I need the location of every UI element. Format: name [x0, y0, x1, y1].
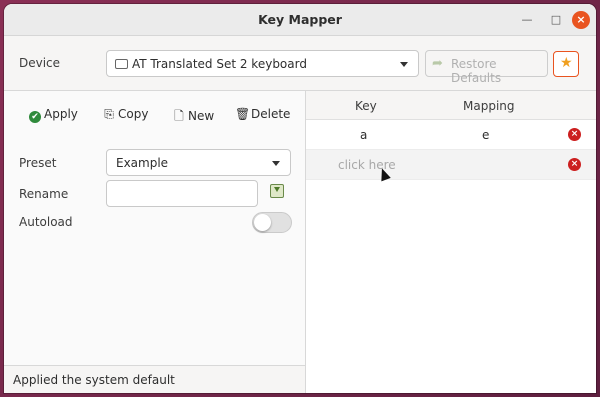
mapping-column-header: Mapping — [463, 99, 515, 113]
key-mapper-window: Key Mapper — □ × Device AT Translated Se… — [4, 4, 596, 393]
table-row[interactable]: a e × — [306, 120, 596, 150]
autoload-label: Autoload — [19, 215, 73, 229]
key-cell[interactable]: a — [360, 128, 367, 142]
device-select-value: AT Translated Set 2 keyboard — [132, 57, 307, 71]
delete-row-icon[interactable]: × — [568, 128, 581, 141]
autoload-star-button[interactable]: ★ — [553, 51, 579, 77]
new-button[interactable]: 🗋 New — [172, 107, 214, 128]
star-icon: ★ — [560, 55, 573, 71]
device-label: Device — [19, 56, 61, 70]
preset-label: Preset — [19, 156, 57, 170]
delete-row-icon[interactable]: × — [568, 158, 581, 171]
minimize-icon: — — [521, 13, 533, 26]
table-header: Key Mapping — [306, 91, 596, 120]
key-column-header: Key — [355, 99, 377, 113]
toggle-knob — [254, 214, 271, 231]
preset-panel: ✔ Apply ⎘ Copy 🗋 New 🗑Delete Preset Example… — [4, 91, 306, 393]
apply-label: Apply — [44, 107, 78, 121]
rename-input[interactable] — [106, 180, 258, 207]
delete-button[interactable]: 🗑Delete — [235, 107, 290, 121]
copy-button[interactable]: ⎘ Copy — [102, 107, 148, 122]
close-icon: × — [576, 13, 586, 26]
table-row[interactable]: click here × — [306, 150, 596, 180]
keyboard-icon — [115, 59, 128, 69]
close-button[interactable]: × — [572, 11, 590, 29]
chevron-down-icon — [400, 62, 408, 67]
new-document-icon: 🗋 — [174, 109, 184, 123]
new-label: New — [188, 109, 215, 123]
copy-label: Copy — [118, 107, 149, 121]
restore-defaults-button[interactable]: ➦ Restore Defaults — [425, 50, 548, 85]
device-select[interactable]: AT Translated Set 2 keyboard — [106, 50, 419, 77]
trash-icon: 🗑 — [235, 107, 251, 121]
maximize-button[interactable]: □ — [547, 11, 565, 29]
maximize-icon: □ — [550, 13, 562, 26]
preset-select-value: Example — [116, 156, 169, 170]
restore-arrow-icon: ➦ — [432, 56, 443, 71]
status-text: Applied the system default — [13, 373, 175, 387]
mapping-table: Key Mapping a e × click here × — [306, 91, 596, 393]
preset-select[interactable]: Example — [106, 149, 291, 176]
restore-defaults-label: Restore Defaults — [451, 57, 502, 85]
save-icon[interactable] — [270, 184, 284, 198]
delete-label: Delete — [251, 107, 291, 121]
chevron-down-icon — [272, 161, 280, 166]
autoload-toggle[interactable] — [252, 212, 292, 233]
status-bar: Applied the system default — [4, 365, 305, 393]
device-bar: Device AT Translated Set 2 keyboard ➦ Re… — [4, 36, 596, 91]
apply-button[interactable]: ✔ Apply — [29, 107, 78, 123]
window-title: Key Mapper — [258, 12, 342, 27]
mapping-cell[interactable]: e — [482, 128, 489, 142]
check-icon: ✔ — [29, 111, 41, 123]
rename-label: Rename — [19, 187, 69, 201]
copy-icon: ⎘ — [104, 107, 114, 121]
minimize-button[interactable]: — — [518, 11, 536, 29]
title-bar[interactable]: Key Mapper — □ × — [4, 4, 596, 36]
